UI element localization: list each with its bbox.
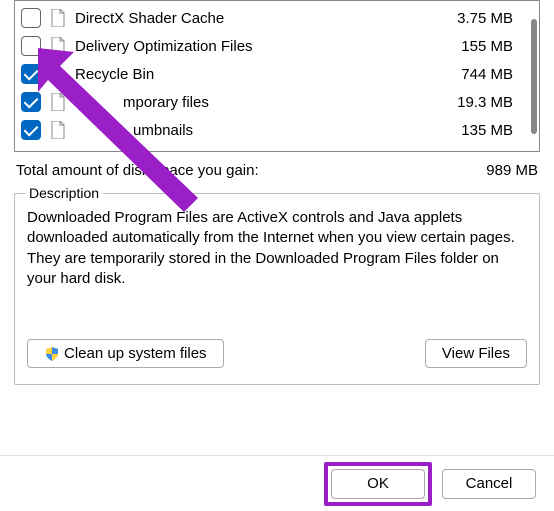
ok-button[interactable]: OK (331, 469, 425, 499)
total-row: Total amount of disk space you gain: 989… (14, 152, 540, 189)
total-label: Total amount of disk space you gain: (16, 162, 259, 179)
page-icon (49, 8, 67, 28)
cleanup-button-label: Clean up system files (64, 345, 207, 362)
page-icon (49, 92, 67, 112)
file-name: Delivery Optimization Files (75, 38, 437, 55)
file-name-obscured: mporary files (75, 94, 437, 111)
file-size: 135 MB (437, 122, 513, 139)
checkbox-checked[interactable] (21, 120, 41, 140)
total-value: 989 MB (486, 162, 538, 179)
shield-icon (44, 346, 60, 362)
file-size: 3.75 MB (437, 10, 513, 27)
file-name: Recycle Bin (75, 66, 437, 83)
view-files-label: View Files (442, 345, 510, 362)
view-files-button[interactable]: View Files (425, 339, 527, 368)
page-icon (49, 36, 67, 56)
cleanup-system-files-button[interactable]: Clean up system files (27, 339, 224, 368)
cancel-button[interactable]: Cancel (442, 469, 536, 499)
annotation-ok-highlight: OK (324, 462, 432, 506)
description-text: Downloaded Program Files are ActiveX con… (27, 208, 527, 289)
recycle-bin-icon (49, 64, 67, 84)
file-name-obscured: umbnails (75, 122, 437, 139)
checkbox[interactable] (21, 8, 41, 28)
file-list: DirectX Shader Cache 3.75 MB Delivery Op… (14, 0, 540, 152)
page-icon (49, 120, 67, 140)
file-size: 155 MB (437, 38, 513, 55)
checkbox-checked[interactable] (21, 64, 41, 84)
file-name: DirectX Shader Cache (75, 10, 437, 27)
description-fieldset: Description Downloaded Program Files are… (14, 193, 540, 385)
checkbox-checked[interactable] (21, 92, 41, 112)
dialog-button-bar: OK Cancel (0, 455, 554, 511)
description-legend: Description (25, 185, 103, 201)
file-size: 19.3 MB (437, 94, 513, 111)
scrollbar-thumb[interactable] (531, 19, 537, 134)
file-row[interactable]: mporary files 19.3 MB (15, 88, 539, 116)
file-size: 744 MB (437, 66, 513, 83)
file-row[interactable]: umbnails 135 MB (15, 116, 539, 144)
file-row[interactable]: Delivery Optimization Files 155 MB (15, 32, 539, 60)
file-row[interactable]: DirectX Shader Cache 3.75 MB (15, 4, 539, 32)
file-row[interactable]: Recycle Bin 744 MB (15, 60, 539, 88)
checkbox[interactable] (21, 36, 41, 56)
